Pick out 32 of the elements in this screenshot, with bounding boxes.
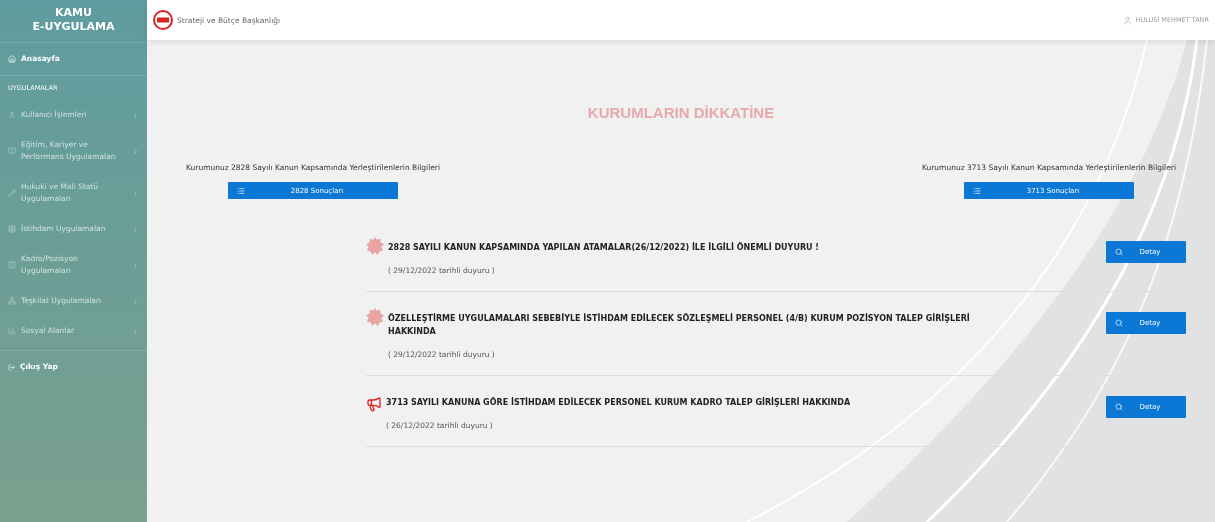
notice-title: KURUMLARIN DİKKATİNE bbox=[587, 104, 775, 121]
brand-title: E-UYGULAMA bbox=[32, 20, 115, 34]
chevron-icon bbox=[132, 297, 139, 305]
announcement-title[interactable]: 3713 SAYILI KANUNA GÖRE İSTİHDAM EDİLECEK PERSONEL KURUM KADRO TALEP GİRİŞLERİ HAKKINDA bbox=[386, 396, 978, 409]
announcement-title[interactable]: ÖZELLEŞTİRME UYGULAMALARI SEBEBİYLE İSTİHDAM EDİLECEK SÖZLEŞMELİ PERSONEL (4/B) KURUM POZİSYON TALEP GİRİŞLERİ HAKKINDA bbox=[388, 312, 980, 338]
chevron-icon bbox=[132, 189, 139, 197]
list-icon bbox=[972, 186, 981, 195]
search-icon bbox=[1115, 319, 1123, 327]
brand-title: KAMU bbox=[55, 6, 92, 20]
network-icon bbox=[8, 297, 16, 305]
home-icon bbox=[8, 55, 16, 63]
search-icon bbox=[1115, 248, 1123, 256]
columns-icon bbox=[8, 261, 16, 269]
user-icon bbox=[8, 111, 16, 119]
chevron-icon bbox=[132, 327, 139, 335]
announcement-title[interactable]: 2828 SAYILI KANUN KAPSAMINDA YAPILAN ATAMALAR(26/12/2022) İLE İLGİLİ ÖNEMLİ DUYURU ! bbox=[388, 241, 980, 254]
chevron-icon bbox=[132, 147, 139, 155]
user-icon bbox=[1122, 15, 1132, 25]
bar-chart-icon bbox=[8, 327, 16, 335]
logout-icon bbox=[8, 363, 15, 371]
chevron-icon bbox=[132, 225, 139, 233]
pencil-icon bbox=[8, 189, 16, 197]
list-icon bbox=[237, 186, 245, 195]
megaphone-icon bbox=[366, 396, 382, 412]
logo-icon bbox=[153, 10, 173, 30]
table-icon bbox=[8, 225, 16, 233]
chevron-icon bbox=[132, 261, 139, 269]
new-badge-icon bbox=[366, 308, 384, 326]
new-badge-icon bbox=[366, 237, 384, 255]
search-icon bbox=[1115, 403, 1123, 411]
book-icon bbox=[8, 147, 16, 155]
chevron-icon bbox=[132, 111, 139, 119]
